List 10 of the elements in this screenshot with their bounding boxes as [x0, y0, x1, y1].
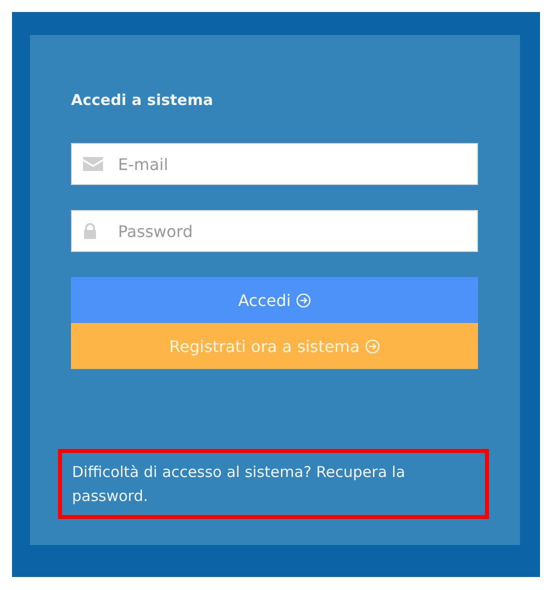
- lock-icon: [83, 223, 97, 239]
- help-text: Difficoltà di accesso al sistema? Recupera la password.: [58, 449, 489, 519]
- arrow-circle-icon: [296, 292, 311, 308]
- arrow-circle-icon: [364, 338, 380, 354]
- password-field[interactable]: Password: [71, 210, 478, 252]
- email-field[interactable]: E-mail: [71, 143, 478, 185]
- login-button[interactable]: Accedi: [71, 277, 478, 323]
- envelope-icon: [83, 157, 103, 171]
- login-title: Accedi a sistema: [71, 91, 214, 109]
- register-button[interactable]: Registrati ora a sistema: [71, 323, 478, 369]
